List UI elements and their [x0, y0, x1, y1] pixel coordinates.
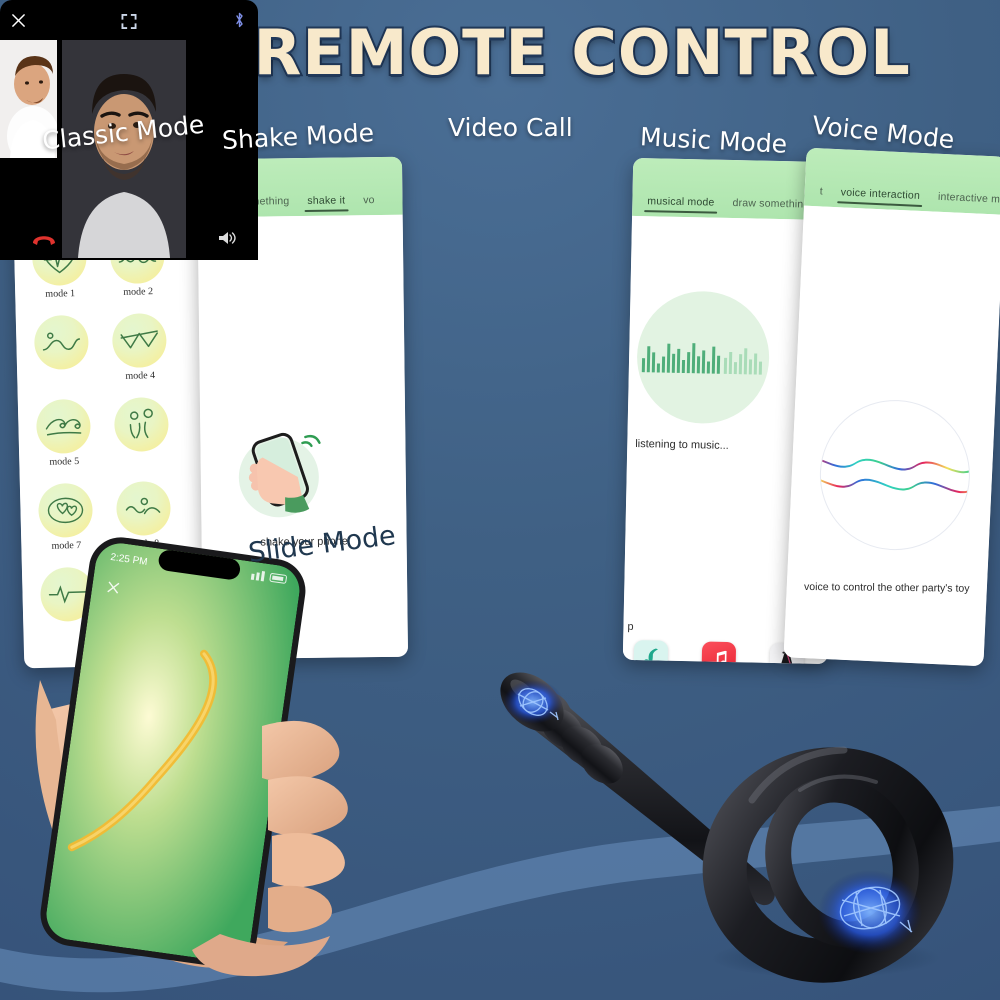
mode-label: mode 1 — [45, 288, 76, 300]
hangup-phone-icon[interactable] — [31, 232, 57, 246]
voice-topbar: t voice interaction interactive m — [804, 147, 1000, 215]
tab-musical-mode[interactable]: musical mode — [638, 195, 724, 214]
audio-equalizer-icon — [641, 343, 763, 375]
speaker-icon[interactable] — [218, 230, 236, 246]
tab-voice-interaction[interactable]: voice interaction — [831, 186, 929, 207]
caption-video-call: Video Call — [448, 113, 573, 142]
voice-waveform-circle — [816, 396, 974, 554]
tab-interactive-mode[interactable]: interactive m — [928, 190, 1000, 211]
voice-instruction-text: voice to control the other party's toy — [804, 580, 970, 595]
tab-first[interactable]: t — [810, 185, 832, 203]
mode-tile[interactable] — [104, 396, 180, 467]
people-icon — [113, 396, 170, 453]
voice-mode-screen: t voice interaction interactive m voice … — [783, 147, 1000, 667]
fullscreen-expand-icon[interactable] — [121, 14, 137, 29]
product-render — [470, 650, 970, 983]
mode-label — [105, 454, 179, 456]
close-x-icon[interactable] — [11, 13, 26, 28]
bluetooth-icon[interactable] — [234, 11, 245, 29]
mode-tile[interactable] — [24, 314, 100, 385]
rainbow-voice-waveform-icon — [816, 456, 974, 494]
video-call-topbar — [0, 0, 258, 42]
mode-label — [25, 372, 99, 374]
music-status-text: listening to music... — [635, 438, 729, 452]
mode-tile[interactable]: mode 5 — [26, 398, 102, 469]
mode-label: mode 2 — [123, 286, 154, 298]
mode-label: mode 4 — [125, 370, 156, 382]
tab-voice[interactable]: vo — [354, 194, 384, 211]
music-visualizer-circle — [635, 290, 771, 425]
music-apps-label: p — [627, 620, 634, 634]
mode-tile[interactable]: mode 4 — [102, 312, 178, 383]
hand-holding-phone-shaking-icon — [226, 421, 331, 526]
zigzag-peaks-icon — [111, 312, 168, 369]
hand-holding-phone-photo: 2:25 PM — [35, 530, 460, 1000]
tab-shake-it[interactable]: shake it — [298, 194, 354, 212]
bubble-wave-icon — [115, 480, 172, 537]
mode-label: mode 5 — [49, 456, 80, 468]
dot-wave-icon — [33, 314, 90, 371]
ocean-wave-icon — [35, 398, 92, 455]
voice-body: voice to control the other party's toy — [783, 205, 1000, 667]
